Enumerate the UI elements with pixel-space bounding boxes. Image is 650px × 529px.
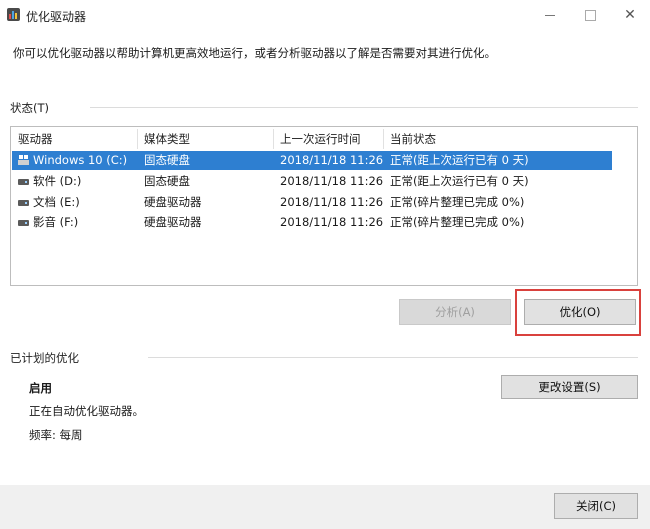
last-run-time: 2018/11/18 11:26 — [280, 174, 384, 188]
drive-icon — [18, 220, 29, 226]
drive-list[interactable]: 驱动器 媒体类型 上一次运行时间 当前状态 Windows 10 (C:) 固态… — [10, 126, 638, 286]
drive-name: 文档 (E:) — [33, 195, 80, 209]
drive-row-d[interactable]: 软件 (D:) 固态硬盘 2018/11/18 11:26 正常(距上次运行已有… — [12, 172, 612, 191]
scheduled-divider — [148, 357, 638, 358]
drive-icon — [18, 200, 29, 206]
schedule-state: 启用 — [29, 381, 52, 395]
current-state: 正常(距上次运行已有 0 天) — [390, 153, 529, 167]
current-state: 正常(距上次运行已有 0 天) — [390, 174, 529, 188]
column-header-last-run[interactable]: 上一次运行时间 — [273, 127, 383, 151]
drive-name: Windows 10 (C:) — [33, 153, 128, 167]
media-type: 硬盘驱动器 — [144, 215, 202, 229]
column-header-media[interactable]: 媒体类型 — [137, 127, 273, 151]
status-divider — [90, 107, 638, 108]
close-window-button[interactable]: ✕ — [610, 0, 650, 30]
schedule-frequency: 频率: 每周 — [29, 428, 83, 442]
defrag-app-icon — [7, 8, 20, 21]
current-state: 正常(碎片整理已完成 0%) — [390, 215, 525, 229]
window-title: 优化驱动器 — [26, 10, 87, 24]
schedule-detail: 正在自动优化驱动器。 — [29, 404, 144, 418]
close-button[interactable]: 关闭(C) — [554, 493, 638, 519]
status-section-label: 状态(T) — [10, 101, 49, 115]
analyze-button[interactable]: 分析(A) — [399, 299, 511, 325]
windows-drive-icon — [18, 155, 29, 165]
highlight-box — [515, 289, 641, 336]
maximize-button[interactable] — [570, 0, 610, 30]
minimize-button[interactable] — [530, 0, 570, 30]
close-icon: ✕ — [624, 7, 636, 23]
maximize-icon — [584, 9, 596, 21]
drive-row-c[interactable]: Windows 10 (C:) 固态硬盘 2018/11/18 11:26 正常… — [12, 151, 612, 170]
media-type: 固态硬盘 — [144, 174, 190, 188]
drive-icon — [18, 179, 29, 185]
media-type: 硬盘驱动器 — [144, 195, 202, 209]
media-type: 固态硬盘 — [144, 153, 190, 167]
drive-name: 影音 (F:) — [33, 215, 79, 229]
column-header-state[interactable]: 当前状态 — [383, 127, 611, 151]
column-header-drive[interactable]: 驱动器 — [11, 127, 137, 151]
scheduled-section-label: 已计划的优化 — [10, 351, 79, 365]
minimize-icon — [545, 14, 555, 16]
last-run-time: 2018/11/18 11:26 — [280, 215, 384, 229]
drive-name: 软件 (D:) — [33, 174, 82, 188]
last-run-time: 2018/11/18 11:26 — [280, 195, 384, 209]
last-run-time: 2018/11/18 11:26 — [280, 153, 384, 167]
change-settings-button[interactable]: 更改设置(S) — [501, 375, 638, 399]
drive-row-e[interactable]: 文档 (E:) 硬盘驱动器 2018/11/18 11:26 正常(碎片整理已完… — [12, 193, 612, 212]
description-text: 你可以优化驱动器以帮助计算机更高效地运行，或者分析驱动器以了解是否需要对其进行优… — [13, 46, 496, 60]
footer-bar — [0, 485, 650, 529]
current-state: 正常(碎片整理已完成 0%) — [390, 195, 525, 209]
drive-row-f[interactable]: 影音 (F:) 硬盘驱动器 2018/11/18 11:26 正常(碎片整理已完… — [12, 213, 612, 232]
